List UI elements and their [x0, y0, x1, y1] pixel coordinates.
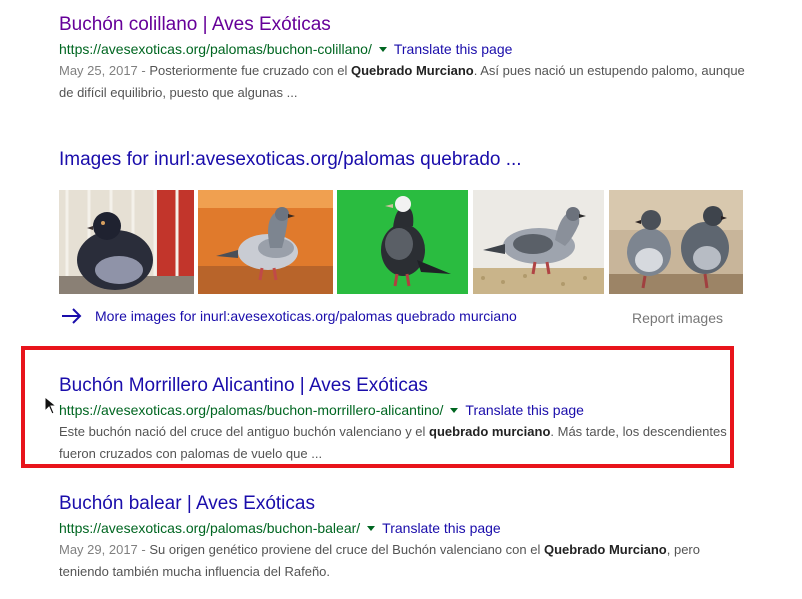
search-result: Buchón colillano | Aves Exóticas https:/…	[59, 14, 759, 104]
image-thumbnail[interactable]	[473, 190, 604, 294]
result-date: May 25, 2017	[59, 63, 138, 78]
result-date: May 29, 2017	[59, 542, 138, 557]
image-thumbnail[interactable]	[59, 190, 194, 294]
report-images-link[interactable]: Report images	[632, 309, 723, 327]
result-url: https://avesexoticas.org/palomas/buchon-…	[59, 520, 361, 536]
result-url: https://avesexoticas.org/palomas/buchon-…	[59, 41, 372, 57]
result-cite: https://avesexoticas.org/palomas/buchon-…	[59, 519, 759, 537]
translate-link[interactable]: Translate this page	[382, 520, 501, 536]
snippet-keyword: Quebrado Murciano	[543, 542, 667, 557]
result-snippet: May 29, 2017 - Su origen genético provie…	[59, 542, 700, 579]
arrow-right-icon[interactable]	[61, 307, 83, 325]
image-thumbnails	[59, 190, 743, 294]
search-result: Buchón balear | Aves Exóticas https://av…	[59, 493, 759, 583]
images-header-link[interactable]: Images for inurl:avesexoticas.org/paloma…	[59, 149, 522, 171]
translate-link[interactable]: Translate this page	[394, 41, 513, 57]
caret-down-icon[interactable]	[367, 525, 376, 531]
snippet-keyword: Quebrado Murciano	[350, 63, 474, 78]
image-thumbnail[interactable]	[198, 190, 333, 294]
mouse-pointer-icon	[44, 396, 58, 415]
result-title-link[interactable]: Buchón balear | Aves Exóticas	[59, 493, 759, 515]
image-thumbnail[interactable]	[609, 190, 743, 294]
more-images-row: More images for inurl:avesexoticas.org/p…	[59, 305, 739, 327]
image-thumbnail[interactable]	[337, 190, 468, 294]
result-snippet: May 25, 2017 - Posteriormente fue cruzad…	[59, 63, 745, 100]
result-title-link[interactable]: Buchón colillano | Aves Exóticas	[59, 14, 759, 36]
more-images-link[interactable]: More images for inurl:avesexoticas.org/p…	[95, 307, 517, 325]
caret-down-icon[interactable]	[378, 46, 387, 52]
result-cite: https://avesexoticas.org/palomas/buchon-…	[59, 40, 759, 58]
highlight-box	[21, 346, 734, 468]
